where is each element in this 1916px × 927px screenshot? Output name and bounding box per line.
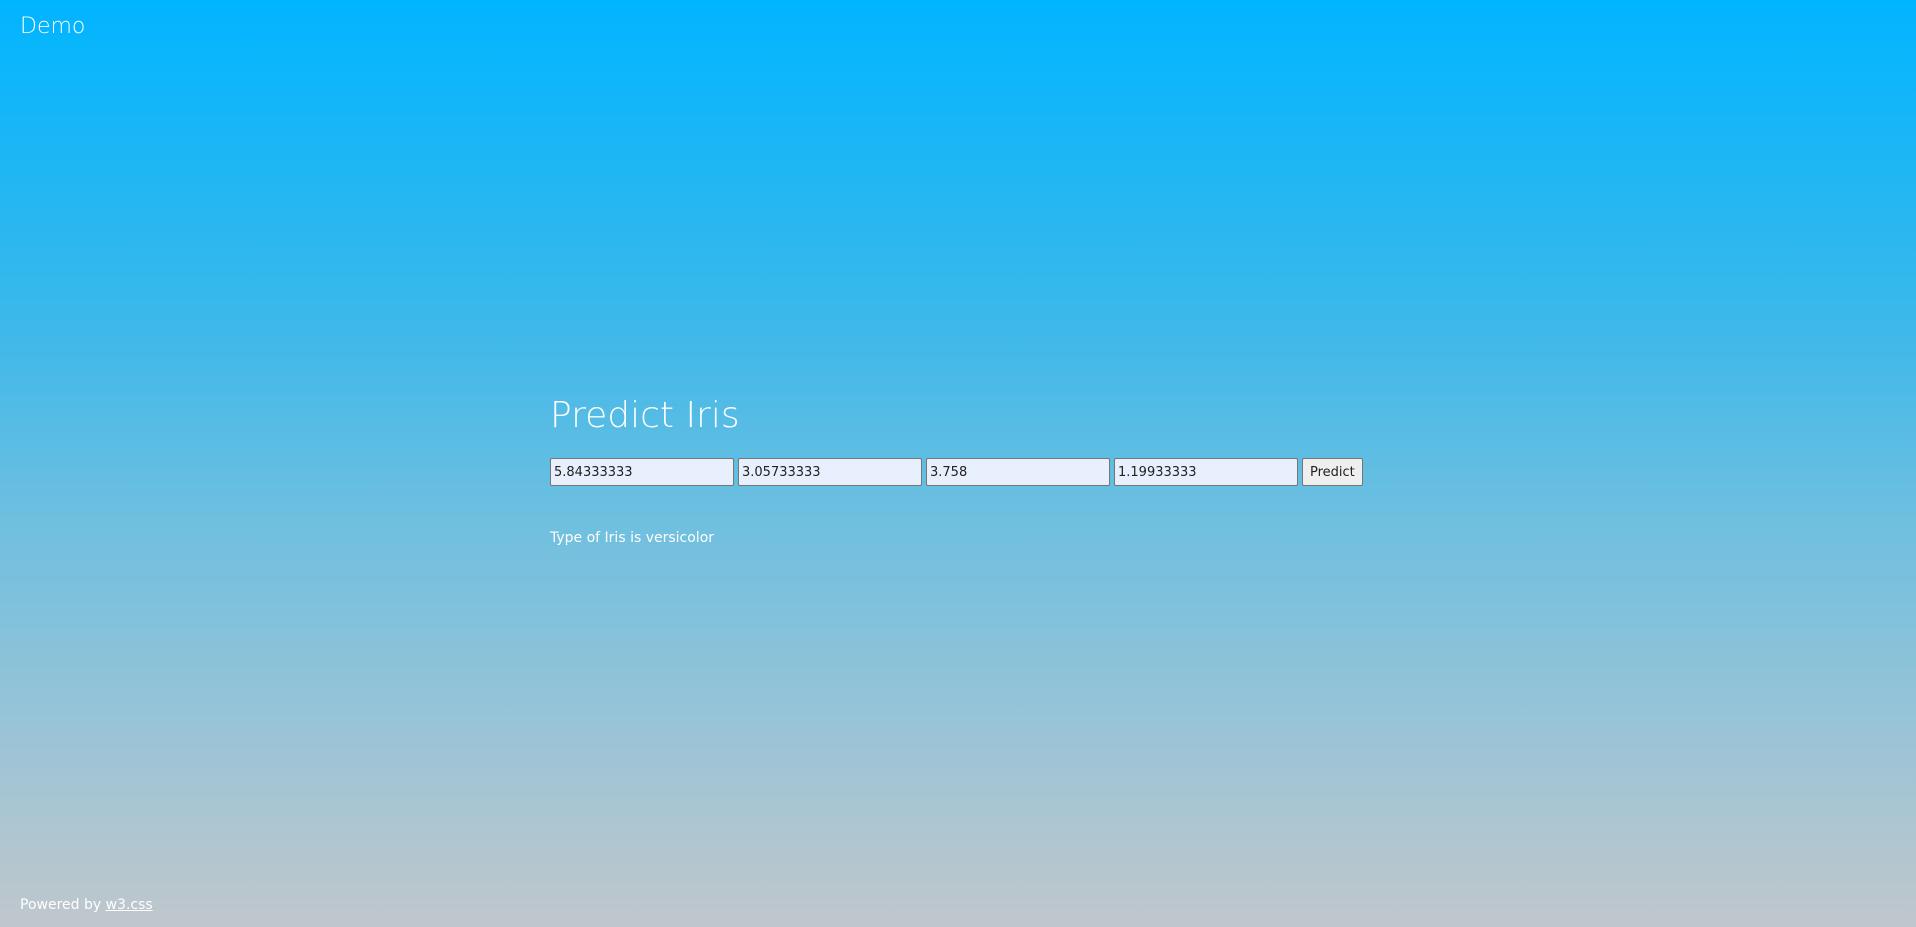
predict-button[interactable]: Predict xyxy=(1302,458,1363,486)
main-content: Predict Iris Predict Type of Iris is ver… xyxy=(550,394,1363,546)
prediction-result: Type of Iris is versicolor xyxy=(550,530,715,546)
petal-length-input[interactable] xyxy=(926,458,1110,486)
footer: Powered by w3.css xyxy=(20,897,153,913)
w3css-link[interactable]: w3.css xyxy=(106,897,153,913)
petal-width-input[interactable] xyxy=(1114,458,1298,486)
app-title: Demo xyxy=(20,14,86,39)
sepal-width-input[interactable] xyxy=(738,458,922,486)
footer-prefix: Powered by xyxy=(20,897,106,913)
sepal-length-input[interactable] xyxy=(550,458,734,486)
predict-form: Predict xyxy=(550,458,1363,486)
page-title: Predict Iris xyxy=(550,395,740,436)
